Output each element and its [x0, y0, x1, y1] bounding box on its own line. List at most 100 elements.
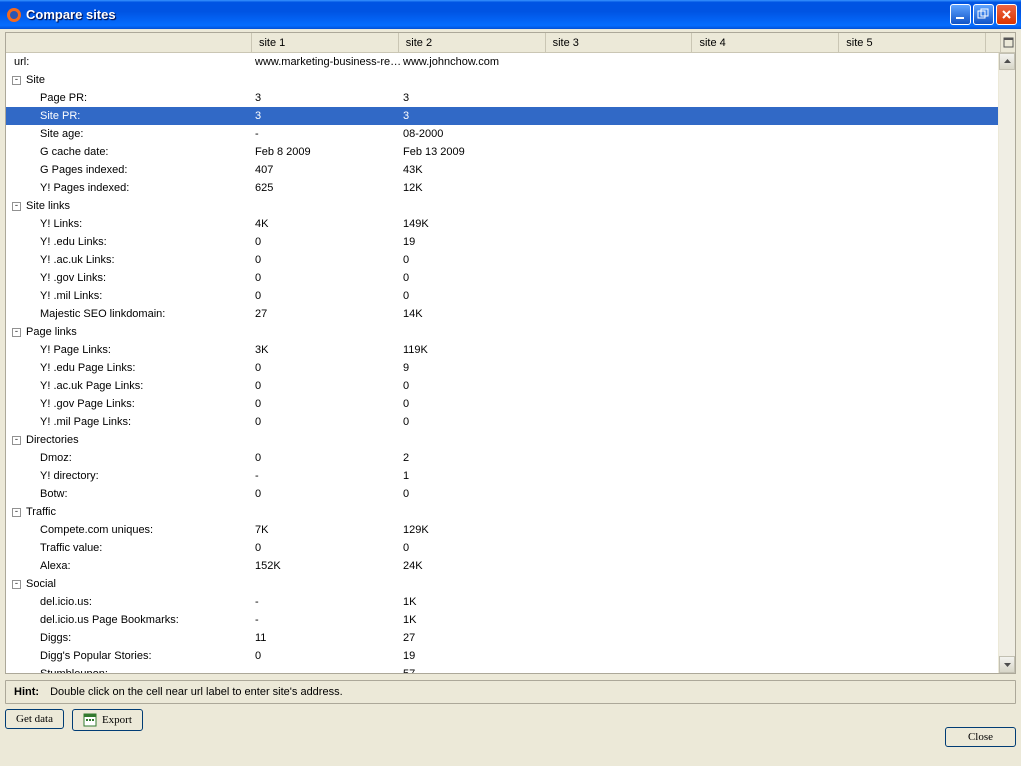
data-row[interactable]: Alexa:152K24K — [6, 557, 998, 575]
scroll-down-button[interactable] — [999, 656, 1015, 673]
cell-site-1[interactable]: 0 — [254, 416, 402, 428]
data-row[interactable]: Y! .mil Links:00 — [6, 287, 998, 305]
cell-site-2[interactable]: 14K — [402, 308, 550, 320]
cell-site-2[interactable]: 0 — [402, 398, 550, 410]
data-row[interactable]: url:www.marketing-business-re…www.johnch… — [6, 53, 998, 71]
cell-site-1[interactable]: 0 — [254, 650, 402, 662]
cell-site-1[interactable]: www.marketing-business-re… — [254, 56, 402, 68]
cell-site-1[interactable]: 0 — [254, 380, 402, 392]
data-row[interactable]: Y! .gov Page Links:00 — [6, 395, 998, 413]
data-row[interactable]: del.icio.us:-1K — [6, 593, 998, 611]
cell-site-2[interactable]: 0 — [402, 290, 550, 302]
cell-site-1[interactable]: 7K — [254, 524, 402, 536]
column-header-site-1[interactable]: site 1 — [252, 33, 399, 52]
cell-site-2[interactable]: 119K — [402, 344, 550, 356]
scroll-track[interactable] — [999, 70, 1015, 656]
data-row[interactable]: Y! directory:-1 — [6, 467, 998, 485]
cell-site-2[interactable]: Feb 13 2009 — [402, 146, 550, 158]
cell-site-2[interactable]: 2 — [402, 452, 550, 464]
maximize-button[interactable] — [973, 4, 994, 25]
cell-site-1[interactable]: 0 — [254, 290, 402, 302]
cell-site-1[interactable]: 3K — [254, 344, 402, 356]
cell-site-1[interactable]: 625 — [254, 182, 402, 194]
group-row[interactable]: -Site — [6, 71, 998, 89]
cell-site-1[interactable]: - — [254, 668, 402, 673]
cell-site-2[interactable]: www.johnchow.com — [402, 56, 550, 68]
data-row[interactable]: Y! Pages indexed:62512K — [6, 179, 998, 197]
column-header-site-2[interactable]: site 2 — [399, 33, 546, 52]
cell-site-1[interactable]: 0 — [254, 542, 402, 554]
column-header-metric[interactable] — [6, 33, 252, 52]
cell-site-2[interactable]: 0 — [402, 416, 550, 428]
cell-site-1[interactable]: - — [254, 470, 402, 482]
data-row[interactable]: G cache date:Feb 8 2009Feb 13 2009 — [6, 143, 998, 161]
cell-site-2[interactable]: 1K — [402, 614, 550, 626]
cell-site-2[interactable]: 19 — [402, 650, 550, 662]
vertical-scrollbar[interactable] — [998, 53, 1015, 673]
collapse-icon[interactable]: - — [12, 436, 21, 445]
cell-site-2[interactable]: 0 — [402, 488, 550, 500]
cell-site-1[interactable]: 0 — [254, 398, 402, 410]
data-row[interactable]: Y! .ac.uk Links:00 — [6, 251, 998, 269]
data-row[interactable]: G Pages indexed:40743K — [6, 161, 998, 179]
cell-site-2[interactable]: 24K — [402, 560, 550, 572]
cell-site-1[interactable]: 407 — [254, 164, 402, 176]
data-row[interactable]: Traffic value:00 — [6, 539, 998, 557]
cell-site-1[interactable]: 3 — [254, 92, 402, 104]
cell-site-2[interactable]: 19 — [402, 236, 550, 248]
cell-site-2[interactable]: 43K — [402, 164, 550, 176]
cell-site-2[interactable]: 08-2000 — [402, 128, 550, 140]
data-row[interactable]: Compete.com uniques:7K129K — [6, 521, 998, 539]
group-row[interactable]: -Directories — [6, 431, 998, 449]
cell-site-1[interactable]: 0 — [254, 272, 402, 284]
collapse-icon[interactable]: - — [12, 580, 21, 589]
cell-site-1[interactable]: 0 — [254, 254, 402, 266]
data-row[interactable]: Digg's Popular Stories:019 — [6, 647, 998, 665]
data-row[interactable]: Botw:00 — [6, 485, 998, 503]
minimize-button[interactable] — [950, 4, 971, 25]
cell-site-2[interactable]: 0 — [402, 380, 550, 392]
data-row[interactable]: Y! .mil Page Links:00 — [6, 413, 998, 431]
column-header-site-3[interactable]: site 3 — [546, 33, 693, 52]
cell-site-1[interactable]: 0 — [254, 236, 402, 248]
cell-site-2[interactable]: 129K — [402, 524, 550, 536]
group-row[interactable]: -Site links — [6, 197, 998, 215]
cell-site-1[interactable]: 0 — [254, 362, 402, 374]
cell-site-2[interactable]: 9 — [402, 362, 550, 374]
collapse-icon[interactable]: - — [12, 202, 21, 211]
collapse-icon[interactable]: - — [12, 508, 21, 517]
get-data-button[interactable]: Get data — [5, 709, 64, 729]
data-row[interactable]: Y! .edu Links:019 — [6, 233, 998, 251]
data-row[interactable]: Y! .gov Links:00 — [6, 269, 998, 287]
data-row[interactable]: Y! Page Links:3K119K — [6, 341, 998, 359]
close-window-button[interactable] — [996, 4, 1017, 25]
cell-site-1[interactable]: - — [254, 614, 402, 626]
data-row[interactable]: Y! .edu Page Links:09 — [6, 359, 998, 377]
close-button[interactable]: Close — [945, 727, 1016, 747]
cell-site-2[interactable]: 57 — [402, 668, 550, 673]
column-chooser-button[interactable] — [1000, 33, 1015, 52]
cell-site-2[interactable]: 1 — [402, 470, 550, 482]
cell-site-2[interactable]: 149K — [402, 218, 550, 230]
cell-site-2[interactable]: 1K — [402, 596, 550, 608]
data-row[interactable]: Y! Links:4K149K — [6, 215, 998, 233]
cell-site-1[interactable]: 3 — [254, 110, 402, 122]
data-row[interactable]: Diggs:1127 — [6, 629, 998, 647]
cell-site-2[interactable]: 0 — [402, 272, 550, 284]
data-row[interactable]: Site age:-08-2000 — [6, 125, 998, 143]
data-row[interactable]: Stumbleupon:-57 — [6, 665, 998, 673]
cell-site-1[interactable]: 0 — [254, 452, 402, 464]
cell-site-1[interactable]: 4K — [254, 218, 402, 230]
cell-site-1[interactable]: - — [254, 596, 402, 608]
cell-site-1[interactable]: 11 — [254, 632, 402, 644]
cell-site-1[interactable]: Feb 8 2009 — [254, 146, 402, 158]
cell-site-2[interactable]: 0 — [402, 542, 550, 554]
data-row[interactable]: Majestic SEO linkdomain:2714K — [6, 305, 998, 323]
data-row[interactable]: Y! .ac.uk Page Links:00 — [6, 377, 998, 395]
data-row[interactable]: Dmoz:02 — [6, 449, 998, 467]
data-row[interactable]: del.icio.us Page Bookmarks:-1K — [6, 611, 998, 629]
group-row[interactable]: -Traffic — [6, 503, 998, 521]
column-header-site-5[interactable]: site 5 — [839, 33, 986, 52]
collapse-icon[interactable]: - — [12, 328, 21, 337]
cell-site-1[interactable]: 27 — [254, 308, 402, 320]
